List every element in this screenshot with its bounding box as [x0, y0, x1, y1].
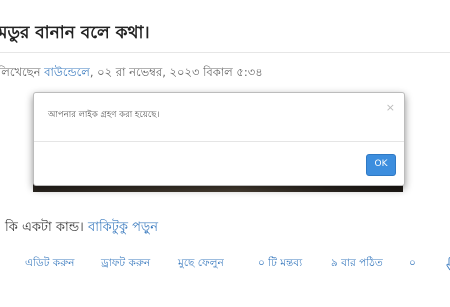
meta-date: , ০২ রা নভেম্বর, ২০২৩ বিকাল ৫:৩৪ [89, 65, 263, 79]
like-dialog: আপনার লাইক গ্রহণ করা হয়েছে। × OK [33, 92, 405, 186]
excerpt-text: কি একটা কান্ড। [5, 220, 88, 235]
meta-prefix: লিখেছেন [0, 65, 45, 79]
ok-button[interactable]: OK [366, 154, 396, 176]
dialog-body: আপনার লাইক গ্রহণ করা হয়েছে। × [34, 93, 404, 142]
author-link[interactable]: বাউন্ডেলে [44, 65, 90, 79]
close-icon[interactable]: × [386, 102, 395, 113]
dialog-message: আপনার লাইক গ্রহণ করা হয়েছে। [48, 110, 160, 120]
draft-link[interactable]: ড্রাফট করুন [101, 256, 150, 273]
edit-link[interactable]: এডিট করুন [25, 256, 74, 273]
read-more-link[interactable]: বাকিটুকু পড়ুন [88, 220, 158, 235]
comments-link[interactable]: ০ টি মন্তব্য [258, 256, 302, 273]
post-excerpt: কি একটা কান্ড। বাকিটুকু পড়ুন [5, 218, 158, 239]
delete-link[interactable]: মুছে ফেলুন [178, 256, 224, 273]
like-count: ০ [409, 257, 416, 269]
post-title: মডুর বানান বলে কথা। [0, 23, 150, 43]
like-hand-icon[interactable] [445, 256, 450, 275]
divider [0, 52, 450, 53]
read-count: ৯ বার পঠিত [331, 257, 383, 269]
post-meta: লিখেছেন বাউন্ডেলে, ০২ রা নভেম্বর, ২০২৩ ব… [0, 64, 263, 83]
